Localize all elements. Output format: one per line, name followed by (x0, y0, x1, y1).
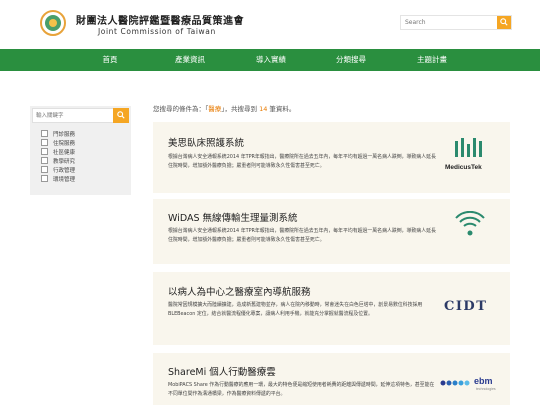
ebm-dots-icon (440, 380, 470, 386)
card-title[interactable]: WiDAS 無線傳輸生理量測系統 (168, 210, 298, 224)
jct-logo-icon[interactable] (40, 10, 66, 36)
sidebar-search (32, 108, 129, 123)
category-label: 住院服務 (53, 140, 76, 147)
category-checkbox[interactable] (41, 157, 48, 164)
medicustek-wordmark: MedicusTek (445, 164, 482, 171)
site-header: 財團法人醫院評鑑暨醫療品質策進會 Joint Commission of Tai… (0, 0, 540, 48)
ebm-subtitle: technologies (476, 387, 496, 391)
search-icon (500, 18, 508, 26)
summary-suffix: 筆資料。 (267, 105, 296, 113)
category-item[interactable]: 門診服務 (41, 129, 75, 138)
card-description: 根據台灣病人安全通報系統2014 年TPR年報指出，醫療院所在過去五年內，每年平… (168, 228, 436, 243)
medicustek-mark-icon (455, 138, 482, 157)
category-item[interactable]: 教學研究 (41, 156, 75, 165)
medicustek-logo-icon: MedicusTek (440, 135, 498, 175)
cidt-wordmark: CIDT (444, 299, 488, 314)
widas-logo-icon (440, 210, 498, 251)
category-label: 環境管理 (53, 176, 76, 183)
ebm-wordmark: ebm (474, 376, 493, 386)
summary-keyword: 醫療 (208, 105, 222, 113)
result-card[interactable]: ShareMi 個人行動醫療雲 MobiPACS Share 作為行動醫療的應用… (153, 353, 510, 405)
category-checkbox[interactable] (41, 175, 48, 182)
card-description: 根據台灣病人安全通報系統2014 年TPR年報指出，醫療院所在過去五年內，每年平… (168, 154, 436, 169)
summary-middle: 」，共搜尋到 (221, 105, 260, 113)
result-card[interactable]: 以病人為中心之醫療室內導航服務 醫院常因規模擴大而陸續擴建，造成新舊建物並存，病… (153, 272, 510, 345)
category-list: 門診服務 住院服務 社區健康 教學研究 行政管理 環境管理 (41, 129, 75, 183)
sidebar-search-input[interactable] (36, 110, 112, 121)
search-summary: 您搜尋的條件為：「醫療」，共搜尋到 14 筆資料。 (153, 103, 295, 113)
nav-item-industry-info[interactable]: 產業資訊 (166, 49, 214, 71)
header-search-button[interactable] (497, 16, 511, 29)
header-search-input[interactable] (405, 17, 493, 28)
sidebar-search-button[interactable] (113, 108, 129, 123)
card-description: MobiPACS Share 作為行動醫療的應用一環，最大的特色便是縮短使用者耗… (168, 382, 435, 397)
search-icon (117, 111, 125, 119)
category-item[interactable]: 住院服務 (41, 138, 75, 147)
category-item[interactable]: 環境管理 (41, 174, 75, 183)
card-title[interactable]: 以病人為中心之醫療室內導航服務 (168, 284, 311, 298)
widas-wave-icon (455, 210, 485, 236)
summary-prefix: 您搜尋的條件為：「 (153, 105, 209, 113)
card-title[interactable]: ShareMi 個人行動醫療雲 (168, 364, 276, 378)
card-title[interactable]: 美思臥床照護系統 (168, 135, 244, 149)
category-checkbox[interactable] (41, 139, 48, 146)
result-card[interactable]: 美思臥床照護系統 根據台灣病人安全通報系統2014 年TPR年報指出，醫療院所在… (153, 122, 510, 193)
category-label: 門診服務 (53, 131, 76, 138)
category-label: 教學研究 (53, 158, 76, 165)
category-checkbox[interactable] (41, 166, 48, 173)
nav-item-implementations[interactable]: 導入實績 (247, 49, 295, 71)
card-description: 醫院常因規模擴大而陸續擴建，造成新舊建物並存，病人在院內移動時，常會迷失在白色巨… (168, 302, 423, 317)
nav-item-theme-projects[interactable]: 主題計畫 (408, 49, 456, 71)
category-label: 行政管理 (53, 167, 76, 174)
category-item[interactable]: 社區健康 (41, 147, 75, 156)
cidt-logo-icon: CIDT (440, 289, 498, 329)
site-title-zh[interactable]: 財團法人醫院評鑑暨醫療品質策進會 (76, 12, 244, 27)
ebm-logo-icon: ebm technologies (440, 366, 498, 405)
header-search (400, 15, 512, 30)
result-card[interactable]: WiDAS 無線傳輸生理量測系統 根據台灣病人安全通報系統2014 年TPR年報… (153, 199, 510, 264)
main-nav: 首頁 產業資訊 導入實績 分類搜尋 主題計畫 (0, 49, 540, 71)
filter-sidebar: 門診服務 住院服務 社區健康 教學研究 行政管理 環境管理 (30, 106, 131, 195)
category-label: 社區健康 (53, 149, 76, 156)
site-title-en[interactable]: Joint Commission of Taiwan (98, 27, 216, 36)
nav-item-home[interactable]: 首頁 (90, 49, 130, 71)
category-item[interactable]: 行政管理 (41, 165, 75, 174)
category-checkbox[interactable] (41, 130, 48, 137)
category-checkbox[interactable] (41, 148, 48, 155)
logo-core (49, 19, 57, 27)
nav-item-category-search[interactable]: 分類搜尋 (327, 49, 375, 71)
